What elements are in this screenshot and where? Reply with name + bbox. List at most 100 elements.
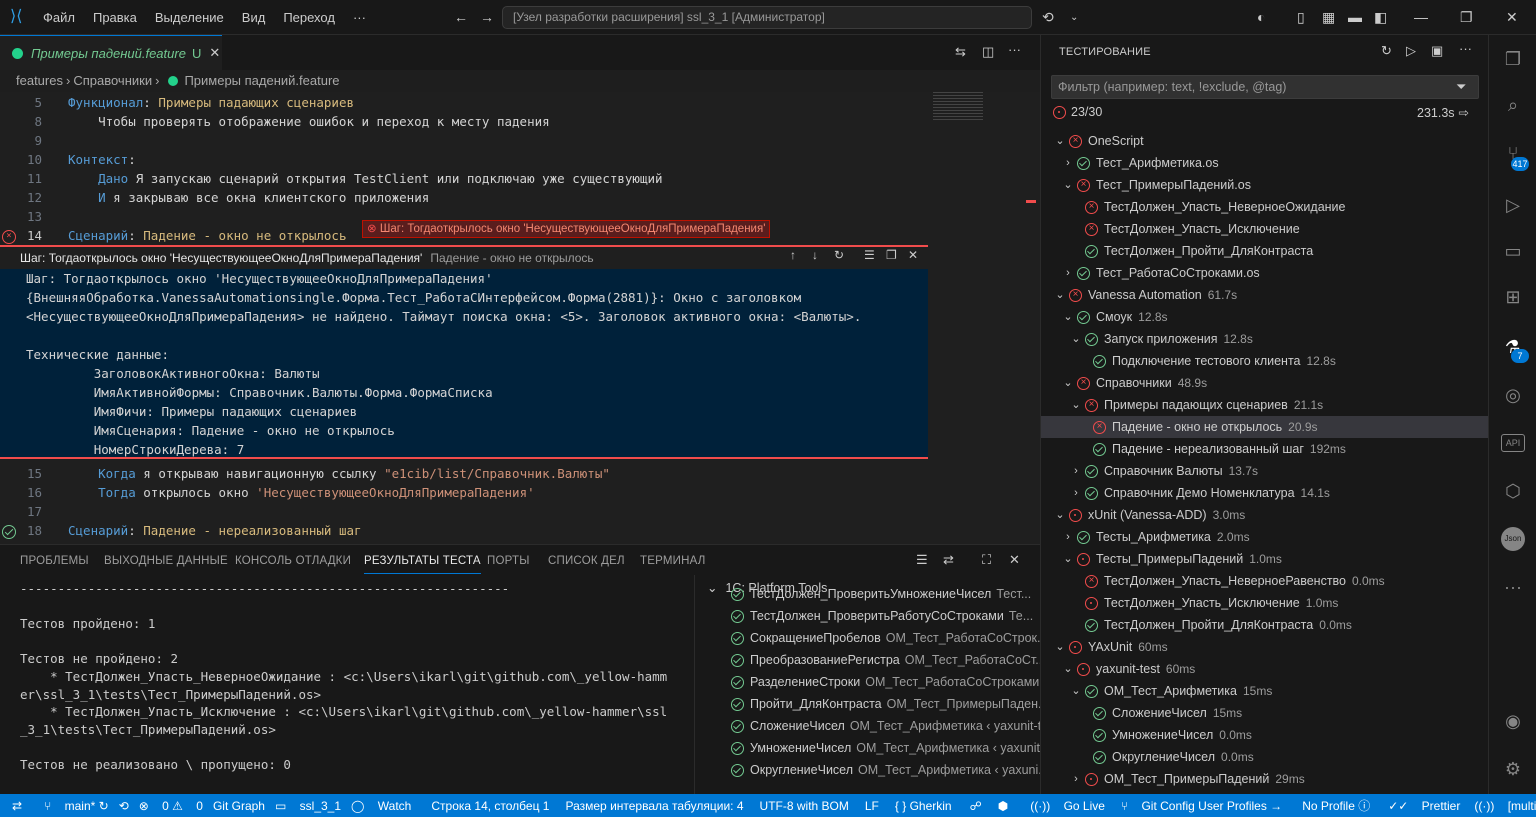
test-tree-item[interactable]: › Справочник Демо Номенклатура 14.1s [1041,482,1488,504]
command-center[interactable]: [Узел разработки расширения] ssl_3_1 [Ад… [502,6,1032,29]
test-tree-item[interactable]: › Тест_РаботаСоСтроками.os [1041,262,1488,284]
forward-arrow-icon[interactable]: → [480,9,494,25]
breadcrumb-features[interactable]: features [16,73,63,88]
json-icon[interactable]: Json [1501,527,1525,551]
breadcrumb-folder[interactable]: Справочники [73,73,152,88]
git-graph-status[interactable]: Git Graph [213,799,265,813]
problems-status[interactable]: ⊗ 0 ⚠ 0 [139,799,203,813]
test-tree-item[interactable]: › Тест_Арифметика.os [1041,152,1488,174]
accounts-icon[interactable]: ◉ [1501,709,1525,733]
chevron-right-icon[interactable]: › [1069,482,1083,504]
encoding-status[interactable]: UTF-8 with BOM [760,799,849,813]
go-live-status[interactable]: ((·)) Go Live [1030,799,1105,813]
chevron-down-icon[interactable]: ⌄ [1053,636,1067,658]
test-tree-item[interactable]: × ТестДолжен_Упасть_Исключение [1041,218,1488,240]
filter-icon[interactable]: ⏷ [1456,79,1466,95]
test-tree-item[interactable]: ⌄ × Примеры падающих сценариев 21.1s [1041,394,1488,416]
tab-debug-console[interactable]: КОНСОЛЬ ОТЛАДКИ [235,555,351,567]
chevron-down-icon[interactable]: ⌄ [1053,284,1067,306]
open-file-icon[interactable]: ❐ [886,248,897,262]
tab-output[interactable]: ВЫХОДНЫЕ ДАННЫЕ [104,555,228,567]
test-tree-item[interactable]: ТестДолжен_Пройти_ДляКонтраста 0.0ms [1041,614,1488,636]
customize-layout-icon[interactable]: ▦ [1322,9,1335,26]
chevron-down-icon[interactable]: ⌄ [1061,372,1075,394]
copilot-icon[interactable]: ⟲ [1042,9,1054,26]
chevron-right-icon[interactable]: › [1069,460,1083,482]
close-peek-icon[interactable]: ✕ [908,248,918,262]
test-tree-item[interactable]: ⌄ xUnit (Vanessa-ADD) 3.0ms [1041,504,1488,526]
restore-icon[interactable]: ❐ [1460,9,1473,26]
accounts-share-icon[interactable]: ◐ [1257,9,1265,25]
test-results-output[interactable]: ----------------------------------------… [20,581,690,791]
result-item[interactable]: СокращениеПробелов ОМ_Тест_РаботаСоСтрок.… [731,631,1040,645]
menu-edit[interactable]: Правка [93,10,137,25]
open-in-list-icon[interactable]: ☰ [864,248,875,262]
chevron-down-icon[interactable]: ⌄ [1061,174,1075,196]
result-item[interactable]: РазделениеСтроки ОМ_Тест_РаботаСоСтроками… [731,675,1040,689]
test-tree-item[interactable]: УмножениеЧисел 0.0ms [1041,724,1488,746]
git-graph-icon[interactable]: ◎ [1501,383,1525,407]
test-tree-item[interactable]: Подключение тестового клиента 12.8s [1041,350,1488,372]
run-tests-icon[interactable]: ▷ [1406,43,1416,59]
chevron-right-icon[interactable]: › [1061,526,1075,548]
menu-selection[interactable]: Выделение [155,10,224,25]
test-tree-item[interactable]: ⌄ Тесты_ПримерыПадений 1.0ms [1041,548,1488,570]
chevron-down-icon[interactable]: ⌄ [1061,548,1075,570]
result-item[interactable]: ТестДолжен_ПроверитьРаботуСоСтроками Те..… [731,609,1033,623]
test-tree-item[interactable]: СложениеЧисел 15ms [1041,702,1488,724]
test-tree-item[interactable]: ОкруглениеЧисел 0.0ms [1041,746,1488,768]
extensions-icon[interactable]: ⊞ [1501,285,1525,309]
chevron-right-icon[interactable]: › [1061,152,1075,174]
result-item[interactable]: ОкруглениеЧисел ОМ_Тест_Арифметика ‹ yaxu… [731,763,1040,777]
test-tree-item[interactable]: › ОМ_Тест_ПримерыПадений 29ms [1041,768,1488,790]
chevron-down-icon[interactable]: ⌄ [1069,328,1083,350]
maximize-panel-icon[interactable]: ⛶ [982,552,991,568]
menu-view[interactable]: Вид [242,10,266,25]
run-debug-icon[interactable]: ▷ [1501,193,1525,217]
tab-test-results[interactable]: РЕЗУЛЬТАТЫ ТЕСТА [364,555,481,574]
chevron-down-icon[interactable]: ⌄ [1069,394,1083,416]
tab-todo[interactable]: СПИСОК ДЕЛ [548,555,625,567]
extension-status-icon[interactable]: ⬢ [998,799,1008,813]
close-window-icon[interactable]: ✕ [1506,9,1518,26]
more-actions-icon[interactable]: ··· [1459,41,1472,56]
remote-indicator-icon[interactable]: ⇄ [12,799,22,813]
explorer-icon[interactable]: ❐ [1501,47,1525,71]
editor-tab-feature[interactable]: Примеры падений.feature U ✕ [0,35,222,70]
live-share-icon[interactable]: ☍ [970,799,982,813]
test-tree-item[interactable]: ⌄ Смоук 12.8s [1041,306,1488,328]
menu-go[interactable]: Переход [283,10,335,25]
inline-error-message[interactable]: ⊗ Шаг: Тогдаоткрылось окно 'Несуществующ… [362,220,771,238]
clear-output-icon[interactable]: ☰ [916,552,928,568]
code-editor[interactable]: 5 Функционал: Примеры падающих сценариев 8… [0,92,1040,544]
passed-test-gutter-icon[interactable] [2,525,16,539]
test-tree-item[interactable]: × ТестДолжен_Упасть_НеверноеОжидание [1041,196,1488,218]
close-tab-icon[interactable]: ✕ [209,45,220,61]
failed-test-gutter-icon[interactable]: × [2,230,16,244]
chevron-down-icon[interactable]: ⌄ [1061,306,1075,328]
toggle-primary-sidebar-icon[interactable]: ▯ [1297,9,1305,26]
chevron-right-icon[interactable]: › [1061,262,1075,284]
more-actions-icon[interactable]: ··· [1008,42,1021,57]
test-tree-item[interactable]: › Тесты_Арифметика 2.0ms [1041,526,1488,548]
remote-explorer-icon[interactable]: ▭ [1501,239,1525,263]
test-tree-item[interactable]: ⌄ Запуск приложения 12.8s [1041,328,1488,350]
test-tree-item[interactable]: × Падение - окно не открылось 20.9s [1041,416,1488,438]
go-to-results-icon[interactable]: ⇨ [1459,105,1469,120]
refresh-tests-icon[interactable]: ↻ [1381,43,1392,59]
indentation-status[interactable]: Размер интервала табуляции: 4 [565,799,743,813]
prettier-status[interactable]: ✓✓ Prettier [1388,799,1460,813]
git-config-status[interactable]: ⑂ Git Config User Profiles → [1121,799,1282,813]
menu-file[interactable]: Файл [43,10,75,25]
back-arrow-icon[interactable]: ← [454,9,468,25]
branch-status[interactable]: ⑂ main* ↻ [44,799,109,813]
test-tree-item[interactable]: ТестДолжен_Пройти_ДляКонтраста [1041,240,1488,262]
toggle-panel-icon[interactable]: ▬ [1348,9,1362,25]
result-item[interactable]: УмножениеЧисел ОМ_Тест_Арифметика ‹ yaxun… [731,741,1040,755]
profile-status[interactable]: No Profile ⓘ [1292,797,1370,814]
minimap[interactable] [933,92,983,122]
test-tree-item[interactable]: ⌄ × Тест_ПримерыПадений.os [1041,174,1488,196]
manage-gear-icon[interactable]: ⚙ [1501,757,1525,781]
test-tree-item[interactable]: ТестДолжен_Упасть_Исключение 1.0ms [1041,592,1488,614]
chevron-down-icon[interactable]: ⌄ [1053,504,1067,526]
